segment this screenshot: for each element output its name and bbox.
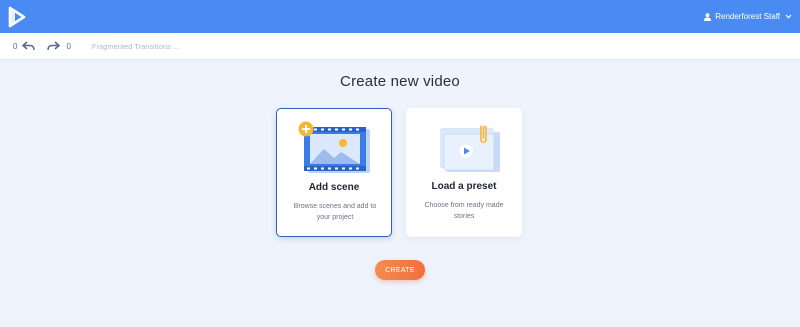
user-name: Renderforest Staff (715, 12, 780, 21)
user-icon (704, 12, 712, 21)
add-scene-card[interactable]: Add scene Browse scenes and add to your … (276, 108, 392, 237)
create-button[interactable]: CREATE (375, 260, 425, 280)
chevron-down-icon[interactable] (785, 14, 792, 19)
card-description: Choose from ready made stories (424, 202, 504, 220)
card-description: Browse scenes and add to your project (293, 203, 377, 221)
user-menu[interactable]: Renderforest Staff (704, 12, 792, 21)
film-strip-add-icon (277, 117, 391, 181)
redo-button[interactable] (47, 41, 61, 51)
load-preset-card[interactable]: Load a preset Choose from ready made sto… (406, 108, 522, 237)
editor-toolbar: 0 0 Fragmented Transitions ... (0, 33, 800, 59)
page-title: Create new video (340, 73, 460, 90)
undo-icon (22, 41, 36, 51)
logo-icon[interactable] (0, 0, 33, 33)
undo-button[interactable] (22, 41, 36, 51)
card-title: Add scene (308, 182, 360, 193)
project-name[interactable]: Fragmented Transitions ... (92, 42, 179, 51)
preset-video-icon (406, 116, 522, 180)
redo-count: 0 (66, 41, 71, 51)
undo-count: 0 (13, 41, 18, 51)
top-bar: Renderforest Staff (0, 0, 800, 33)
card-title: Load a preset (431, 181, 497, 192)
redo-icon (47, 41, 61, 51)
